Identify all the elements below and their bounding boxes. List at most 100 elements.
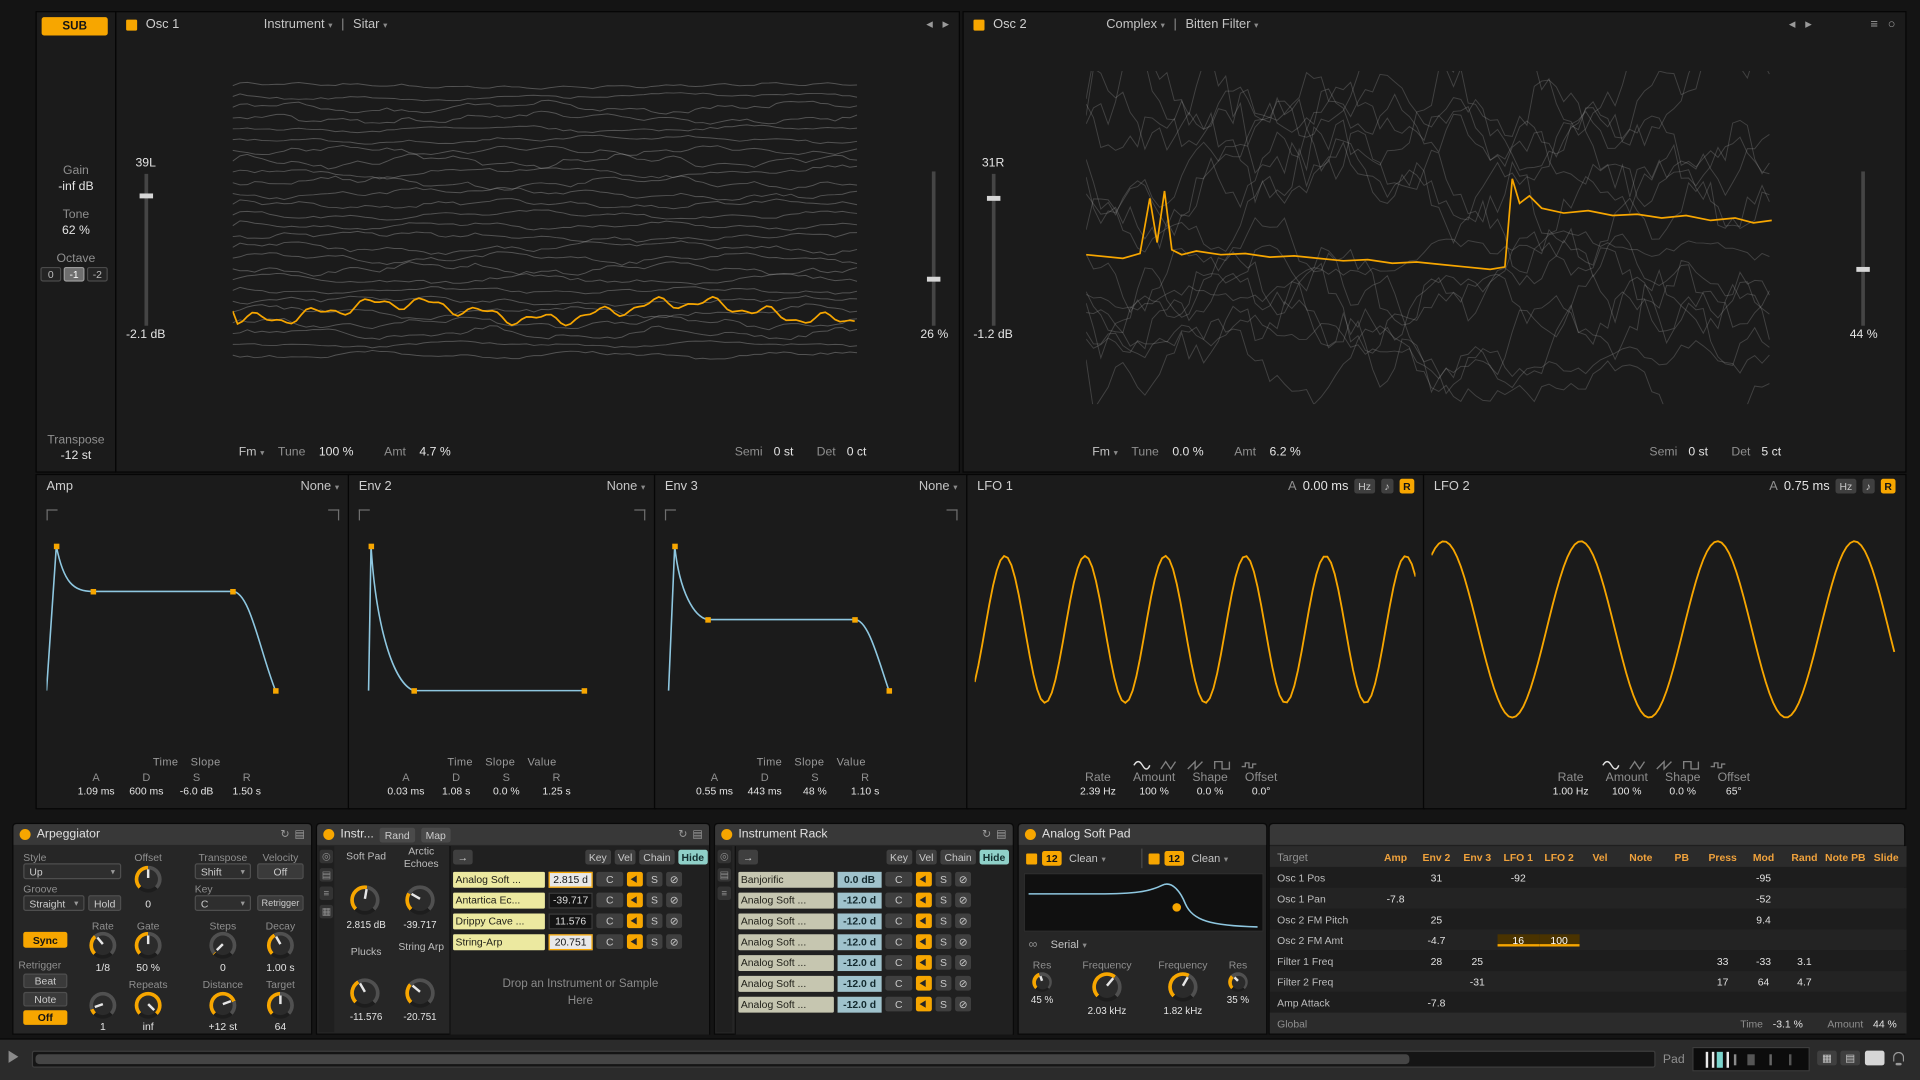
chain-hotswap-icon[interactable]: ⊘ — [955, 872, 971, 887]
chain-name[interactable]: String-Arp — [453, 934, 545, 950]
hot-swap-icon[interactable]: ↻ — [982, 828, 991, 841]
attack-value[interactable]: 0.03 ms — [381, 785, 431, 797]
chain-hotswap-icon[interactable]: ⊘ — [666, 893, 682, 908]
chain-activator-speaker-icon[interactable] — [627, 913, 643, 928]
res2-knob[interactable] — [1228, 972, 1248, 992]
chain-crossfade-button[interactable]: C — [596, 872, 623, 887]
hide-zones-button[interactable]: Hide — [678, 850, 708, 865]
matrix-cell[interactable]: 25 — [1457, 954, 1498, 966]
osc2-gain-value[interactable]: -1.2 dB — [966, 328, 1020, 341]
octave-0-button[interactable]: 0 — [40, 267, 61, 282]
sustain-value[interactable]: 48 % — [790, 785, 840, 797]
chain-crossfade-button[interactable]: C — [596, 934, 623, 949]
hide-zones-button[interactable]: Hide — [979, 850, 1009, 865]
matrix-column-header[interactable]: LFO 1 — [1498, 850, 1539, 862]
macro4-knob[interactable] — [405, 978, 434, 1007]
octave-minus2-button[interactable]: -2 — [87, 267, 108, 282]
key-zones-button[interactable]: Key — [886, 850, 911, 865]
lfo2-retrigger-button[interactable]: R — [1881, 479, 1896, 494]
matrix-cell[interactable]: 64 — [1743, 975, 1784, 987]
repeats-knob[interactable] — [135, 992, 162, 1019]
chain-volume-value[interactable]: -12.0 d — [838, 975, 882, 991]
chain-hotswap-icon[interactable]: ⊘ — [955, 913, 971, 928]
decay-value[interactable]: 443 ms — [740, 785, 790, 797]
matrix-column-header[interactable]: Slide — [1866, 850, 1907, 862]
drop-zone[interactable]: Drop an Instrument or Sample Here — [451, 976, 711, 1011]
chain-name[interactable]: Analog Soft ... — [453, 871, 545, 887]
retrigger-interval-value[interactable]: 1 — [78, 1020, 127, 1032]
style-dropdown[interactable]: Up — [23, 863, 121, 879]
chain-solo-button[interactable]: S — [936, 913, 952, 928]
sine-shape-icon[interactable] — [1602, 759, 1620, 771]
macro2-knob[interactable] — [405, 885, 434, 914]
chain-overview-display[interactable] — [1692, 1047, 1810, 1071]
chain-name[interactable]: Analog Soft ... — [738, 892, 834, 908]
filter2-on-toggle[interactable] — [1149, 853, 1160, 864]
osc1-tune-value[interactable]: 100 % — [319, 446, 354, 459]
chain-row[interactable]: Banjorific 0.0 dB C S ⊘ — [738, 871, 971, 888]
device-power-toggle[interactable] — [323, 829, 334, 840]
osc1-position-value[interactable]: 26 % — [910, 328, 959, 341]
chain-activator-speaker-icon[interactable] — [916, 997, 932, 1012]
chain-hotswap-icon[interactable]: ⊘ — [955, 955, 971, 970]
chain-row[interactable]: Drippy Cave ... 11.576 C S ⊘ — [453, 912, 682, 929]
groove-dropdown[interactable]: Straight — [23, 895, 84, 911]
lfo1-wave-display[interactable] — [975, 500, 1416, 760]
chain-crossfade-button[interactable]: C — [885, 872, 912, 887]
chain-volume-value[interactable]: 0.0 dB — [838, 871, 882, 887]
env3-envelope-display[interactable] — [665, 522, 959, 706]
matrix-cell[interactable]: -4.7 — [1416, 934, 1457, 946]
lfo2-wave-display[interactable] — [1431, 500, 1896, 760]
filter1-slope-button[interactable]: 12 — [1042, 851, 1062, 866]
notification-bell-icon[interactable] — [1893, 1052, 1904, 1062]
view-option-icon[interactable]: ▦ — [1817, 1051, 1837, 1066]
matrix-cell[interactable]: 25 — [1416, 913, 1457, 925]
sustain-value[interactable]: 0.0 % — [481, 785, 531, 797]
chain-hotswap-icon[interactable]: ⊘ — [955, 976, 971, 991]
steps-knob[interactable] — [209, 932, 236, 959]
chain-activator-speaker-icon[interactable] — [916, 893, 932, 908]
osc1-wavetable-dropdown[interactable]: Sitar — [353, 17, 387, 32]
gate-value[interactable]: 50 % — [124, 961, 173, 973]
chain-volume-value[interactable]: -12.0 d — [838, 892, 882, 908]
decay-knob[interactable] — [267, 932, 294, 959]
view-circle-icon[interactable]: ○ — [1888, 17, 1896, 32]
chain-solo-button[interactable]: S — [936, 934, 952, 949]
sub-gain-value[interactable]: -inf dB — [37, 180, 115, 193]
matrix-cell[interactable]: 100 — [1539, 934, 1580, 946]
osc2-position-value[interactable]: 44 % — [1839, 328, 1888, 341]
amp-envelope-display[interactable] — [47, 522, 341, 706]
amount-value[interactable]: 100 % — [1139, 785, 1169, 797]
chain-crossfade-button[interactable]: C — [885, 934, 912, 949]
osc1-pan-value[interactable]: 39L — [119, 157, 173, 170]
osc2-pan-value[interactable]: 31R — [966, 157, 1020, 170]
env2-mod-dropdown[interactable]: None — [607, 479, 646, 494]
preview-play-icon[interactable] — [9, 1051, 19, 1063]
tab-value[interactable]: Value — [837, 756, 866, 768]
triangle-shape-icon[interactable] — [1160, 759, 1178, 771]
triangle-shape-icon[interactable] — [1629, 759, 1647, 771]
chain-row[interactable]: Analog Soft ... 2.815 d C S ⊘ — [453, 871, 682, 888]
chain-activator-speaker-icon[interactable] — [627, 934, 643, 949]
lfo1-hz-toggle[interactable]: Hz — [1355, 479, 1375, 494]
chain-crossfade-button[interactable]: C — [596, 913, 623, 928]
matrix-cell[interactable]: 3.1 — [1784, 954, 1825, 966]
freq1-value[interactable]: 2.03 kHz — [1078, 1005, 1137, 1016]
sustain-value[interactable]: -6.0 dB — [171, 785, 221, 797]
pad-view-icon[interactable]: ▦ — [320, 905, 333, 918]
tab-slope[interactable]: Slope — [191, 756, 221, 768]
matrix-column-header[interactable]: Env 3 — [1457, 850, 1498, 862]
matrix-target-name[interactable]: Amp Attack — [1270, 996, 1375, 1008]
chain-hotswap-icon[interactable]: ⊘ — [666, 872, 682, 887]
filter-response-display[interactable] — [1024, 873, 1264, 932]
midi-to-icon[interactable]: → — [738, 850, 758, 865]
octave-minus1-button[interactable]: -1 — [64, 267, 85, 282]
osc2-gain-slider[interactable] — [992, 174, 996, 326]
chain-crossfade-button[interactable]: C — [885, 893, 912, 908]
osc2-position-slider[interactable] — [1861, 171, 1865, 325]
osc1-det-value[interactable]: 0 ct — [847, 446, 867, 459]
osc2-semi-value[interactable]: 0 st — [1688, 446, 1708, 459]
chain-volume-value[interactable]: 2.815 d — [549, 871, 593, 887]
saw-shape-icon[interactable] — [1187, 759, 1205, 771]
midi-to-icon[interactable]: → — [453, 850, 473, 865]
